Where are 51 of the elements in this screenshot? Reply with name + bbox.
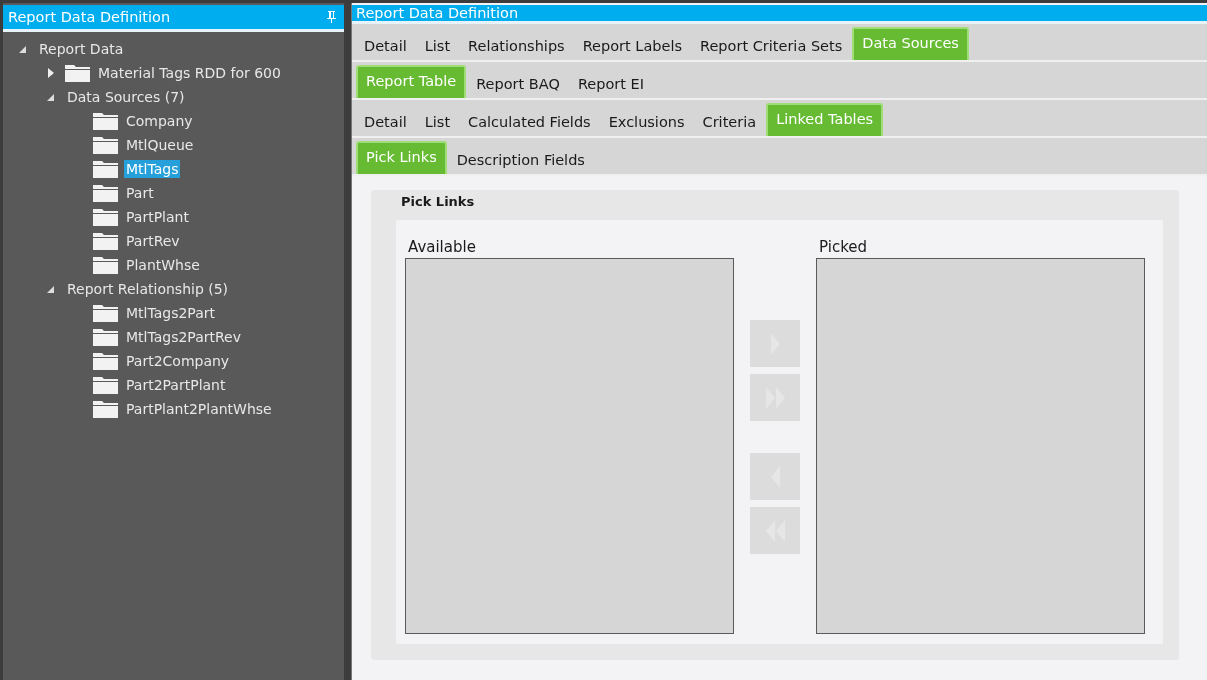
folder-icon [93,304,118,322]
list-label: Picked [818,237,869,258]
folder-icon [93,184,118,202]
tree-item[interactable]: Part2Company [124,352,232,370]
folder-icon [93,208,118,226]
folder-icon [93,376,118,394]
folder-icon [65,64,90,82]
tree-group[interactable]: Report Data [37,40,126,58]
expand-icon[interactable] [45,67,56,79]
tab[interactable]: Report BAQ [468,68,568,98]
tab[interactable]: Relationships [460,30,573,60]
tree-item[interactable]: MtlTags [124,160,181,178]
tab[interactable]: Exclusions [600,106,693,136]
tree-item[interactable]: PartPlant2PlantWhse [124,400,274,418]
folder-icon [93,136,118,154]
group-title: Pick Links [400,193,476,211]
tab[interactable]: Detail [356,30,415,60]
folder-icon [93,256,118,274]
list-label: Available [407,237,477,258]
tab[interactable]: Description Fields [448,144,593,174]
picked-list[interactable] [816,258,1145,634]
tree-item[interactable]: PartRev [124,232,182,250]
tab[interactable]: Report Criteria Sets [692,30,851,60]
folder-icon [93,328,118,346]
tree-item[interactable]: MtlQueue [124,136,196,154]
tree-item[interactable]: Part2PartPlant [124,376,228,394]
tree-item[interactable]: MtlTags2PartRev [124,328,243,346]
tree-item[interactable]: Company [124,112,195,130]
tab[interactable]: Criteria [694,106,765,136]
tab[interactable]: List [416,106,459,136]
folder-icon [93,352,118,370]
folder-icon [93,232,118,250]
tree-group[interactable]: Report Relationship (5) [65,280,231,298]
panel-title: Report Data Definition [8,9,171,25]
tab[interactable]: List [416,30,459,60]
panel-title: Report Data Definition [356,5,519,21]
tree-item[interactable]: PlantWhse [124,256,202,274]
tab[interactable]: Detail [356,106,415,136]
tree-item[interactable]: Part [124,184,156,202]
tree-item[interactable]: MtlTags2Part [124,304,217,322]
tab[interactable]: Calculated Fields [460,106,599,136]
tab[interactable]: Report Labels [574,30,690,60]
available-list[interactable] [405,258,734,634]
pin-icon[interactable] [327,11,336,23]
tree-item[interactable]: Material Tags RDD for 600 [96,64,283,82]
tree-group[interactable]: Data Sources (7) [65,88,187,106]
folder-icon [93,400,118,418]
tree-item[interactable]: PartPlant [124,208,191,226]
tab[interactable]: Report EI [569,68,652,98]
folder-icon [93,160,118,178]
folder-icon [93,112,118,130]
